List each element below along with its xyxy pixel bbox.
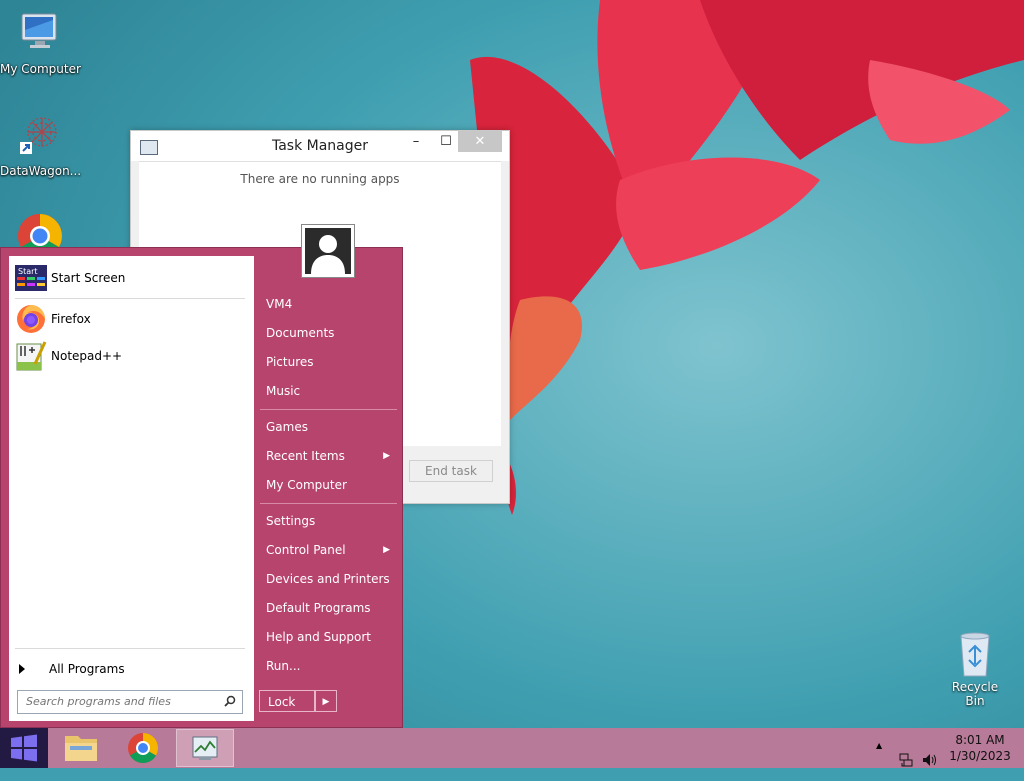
start-screen-icon: Start bbox=[15, 262, 47, 294]
start-item-label: Pictures bbox=[266, 355, 314, 369]
maximize-button[interactable]: ☐ bbox=[431, 131, 461, 152]
start-item-music[interactable]: Music bbox=[266, 379, 396, 403]
start-button[interactable] bbox=[0, 728, 48, 768]
pinned-firefox[interactable]: Firefox bbox=[15, 303, 243, 335]
start-item-vm4[interactable]: VM4 bbox=[266, 292, 396, 316]
start-item-label: My Computer bbox=[266, 478, 347, 492]
all-programs-button[interactable]: All Programs bbox=[19, 662, 125, 676]
desktop-icon-datawagon[interactable]: DataWagon... bbox=[0, 112, 82, 178]
recycle-bin-label: Recycle Bin bbox=[951, 680, 999, 708]
start-item-my-computer[interactable]: My Computer bbox=[266, 473, 396, 497]
file-explorer-icon bbox=[65, 736, 97, 761]
search-input[interactable] bbox=[24, 694, 218, 709]
start-item-label: Run... bbox=[266, 659, 301, 673]
start-item-label: Control Panel bbox=[266, 543, 346, 557]
start-item-label: Games bbox=[266, 420, 308, 434]
start-item-label: Recent Items bbox=[266, 449, 345, 463]
desktop-icon-label: DataWagon... bbox=[0, 164, 82, 178]
start-item-devices-and-printers[interactable]: Devices and Printers bbox=[266, 567, 396, 591]
start-item-label: Settings bbox=[266, 514, 316, 528]
close-button[interactable]: ✕ bbox=[458, 131, 502, 152]
start-item-recent-items[interactable]: Recent Items ▶ bbox=[266, 444, 396, 468]
lock-button[interactable]: Lock bbox=[259, 690, 315, 712]
recycle-bin-icon bbox=[955, 630, 995, 678]
start-item-settings[interactable]: Settings bbox=[266, 509, 396, 533]
task-manager-icon bbox=[192, 736, 218, 760]
start-menu[interactable]: Start Start Screen Firefox Notepad++ All… bbox=[0, 224, 403, 728]
start-item-label: Documents bbox=[266, 326, 335, 340]
pinned-notepad-plus-plus[interactable]: Notepad++ bbox=[15, 340, 243, 372]
empty-message: There are no running apps bbox=[240, 172, 400, 186]
search-icon[interactable] bbox=[224, 695, 236, 707]
taskbar-chrome[interactable] bbox=[114, 729, 172, 767]
clock-time: 8:01 AM bbox=[955, 733, 1005, 747]
power-options-arrow-icon[interactable]: ▶ bbox=[315, 690, 337, 712]
network-icon[interactable] bbox=[898, 740, 914, 780]
start-item-label: VM4 bbox=[266, 297, 293, 311]
show-hidden-icons-button[interactable]: ▲ bbox=[876, 741, 882, 781]
taskbar-file-explorer[interactable] bbox=[52, 729, 110, 767]
chrome-icon bbox=[128, 733, 159, 764]
divider bbox=[15, 298, 245, 299]
windows-logo-icon bbox=[11, 734, 37, 762]
taskbar-task-manager[interactable] bbox=[176, 729, 234, 767]
task-manager-titlebar[interactable]: Task Manager – ☐ ✕ bbox=[131, 131, 509, 161]
firefox-icon bbox=[15, 303, 47, 335]
all-programs-label: All Programs bbox=[49, 662, 125, 676]
pinned-label: Notepad++ bbox=[51, 349, 123, 363]
user-avatar[interactable] bbox=[301, 224, 355, 278]
clock[interactable]: 8:01 AM 1/30/2023 bbox=[944, 732, 1016, 764]
pinned-start-screen[interactable]: Start Start Screen bbox=[15, 262, 243, 294]
start-item-default-programs[interactable]: Default Programs bbox=[266, 596, 396, 620]
pinned-label: Firefox bbox=[51, 312, 91, 326]
search-box[interactable] bbox=[17, 690, 243, 714]
start-item-label: Devices and Printers bbox=[266, 572, 390, 586]
start-item-help-and-support[interactable]: Help and Support bbox=[266, 625, 396, 649]
desktop-icon-my-computer[interactable]: My Computer bbox=[0, 10, 81, 76]
start-item-run[interactable]: Run... bbox=[266, 654, 396, 678]
volume-icon[interactable] bbox=[921, 740, 939, 780]
minimize-button[interactable]: – bbox=[401, 131, 431, 152]
datawagon-icon bbox=[16, 112, 64, 160]
start-item-documents[interactable]: Documents bbox=[266, 321, 396, 345]
divider bbox=[15, 648, 245, 649]
submenu-arrow-icon: ▶ bbox=[383, 451, 390, 461]
clock-date: 1/30/2023 bbox=[949, 749, 1011, 763]
desktop-icon-label: My Computer bbox=[0, 62, 81, 76]
divider bbox=[260, 409, 397, 410]
start-item-label: Music bbox=[266, 384, 301, 398]
start-tile-text: Start bbox=[18, 267, 38, 276]
start-menu-left-pane: Start Start Screen Firefox Notepad++ All… bbox=[9, 256, 254, 721]
submenu-arrow-icon: ▶ bbox=[383, 545, 390, 555]
my-computer-icon bbox=[16, 10, 64, 58]
end-task-button[interactable]: End task bbox=[409, 460, 493, 482]
start-item-label: Default Programs bbox=[266, 601, 371, 615]
taskbar: ▲ 8:01 AM 1/30/2023 bbox=[0, 728, 1024, 768]
start-item-control-panel[interactable]: Control Panel ▶ bbox=[266, 538, 396, 562]
start-item-label: Help and Support bbox=[266, 630, 371, 644]
desktop-icon-recycle-bin[interactable]: Recycle Bin bbox=[942, 630, 1008, 708]
expand-arrow-icon bbox=[19, 664, 25, 674]
notepad-plus-plus-icon bbox=[15, 340, 47, 372]
pinned-label: Start Screen bbox=[51, 271, 126, 285]
start-item-pictures[interactable]: Pictures bbox=[266, 350, 396, 374]
start-item-games[interactable]: Games bbox=[266, 415, 396, 439]
divider bbox=[260, 503, 397, 504]
